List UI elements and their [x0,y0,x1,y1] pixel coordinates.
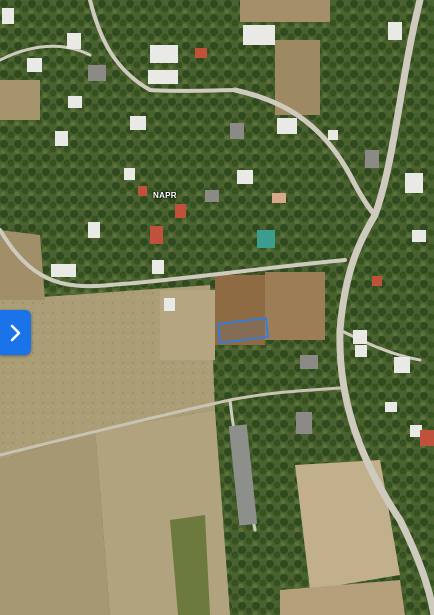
satellite-map[interactable]: NAPR [0,0,434,615]
map-label: NAPR [153,191,177,200]
satellite-imagery [0,0,434,615]
chevron-right-icon [9,323,23,343]
expand-panel-button[interactable] [0,310,31,355]
